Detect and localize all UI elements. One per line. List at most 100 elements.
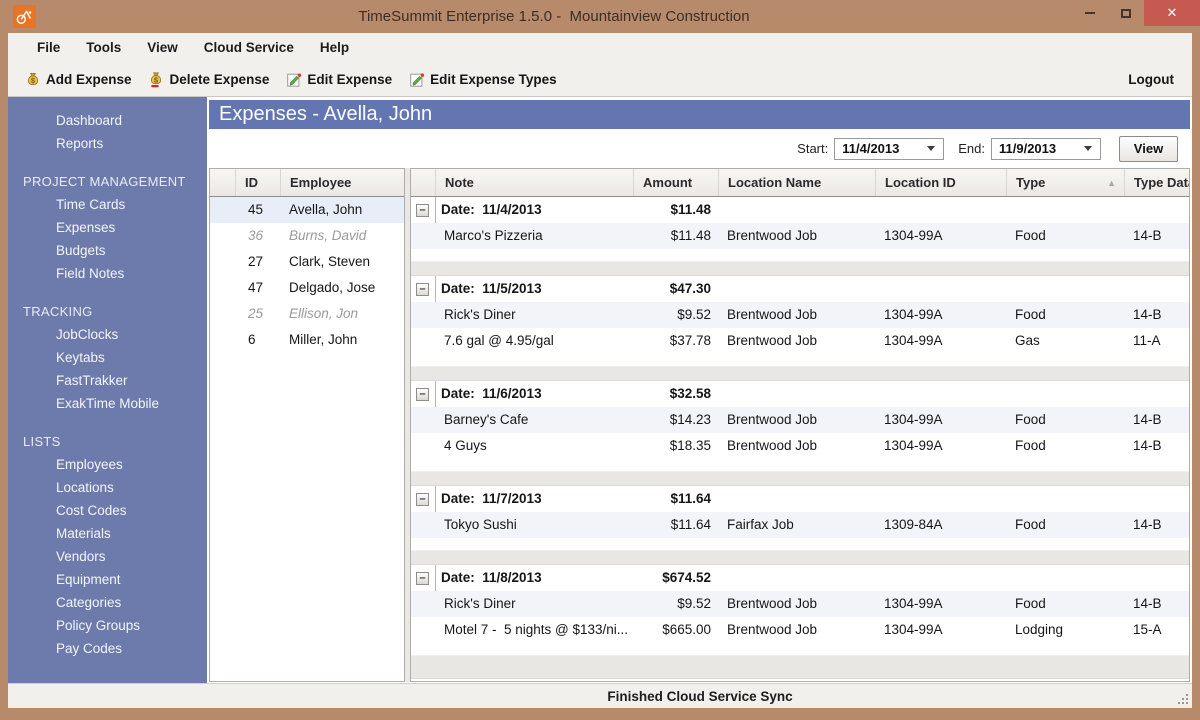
sidebar-item-budgets[interactable]: Budgets xyxy=(8,239,207,262)
employee-row[interactable]: 45Avella, John xyxy=(210,197,404,223)
collapse-group-button[interactable]: – xyxy=(416,283,429,296)
sidebar-item-employees[interactable]: Employees xyxy=(8,453,207,476)
sidebar-item-dashboard[interactable]: Dashboard xyxy=(8,109,207,132)
expense-row[interactable]: Rick's Diner$9.52Brentwood Job1304-99AFo… xyxy=(411,591,1189,617)
group-separator-band xyxy=(411,366,1189,381)
expense-grid-header: NoteAmountLocation NameLocation IDType▲T… xyxy=(411,169,1189,197)
menu-item-cloud-service[interactable]: Cloud Service xyxy=(191,33,307,63)
cell-type: Food xyxy=(1007,223,1125,249)
row-indicator xyxy=(411,617,436,643)
sidebar-item-policy-groups[interactable]: Policy Groups xyxy=(8,614,207,637)
sidebar-item-vendors[interactable]: Vendors xyxy=(8,545,207,568)
expense-row[interactable]: Tokyo Sushi$11.64Fairfax Job1309-84AFood… xyxy=(411,512,1189,538)
sidebar-item-time-cards[interactable]: Time Cards xyxy=(8,193,207,216)
employee-name: Burns, David xyxy=(281,223,404,249)
group-total: $47.30 xyxy=(634,276,719,302)
row-indicator xyxy=(210,223,236,249)
maximize-icon xyxy=(1121,9,1131,18)
cell-location-id: 1304-99A xyxy=(876,591,1007,617)
collapse-group-button[interactable]: – xyxy=(416,388,429,401)
employee-column-id[interactable]: ID xyxy=(236,169,281,196)
group-spacer xyxy=(411,538,1189,550)
maximize-button[interactable] xyxy=(1108,0,1144,26)
app-body: DashboardReportsPROJECT MANAGEMENTTime C… xyxy=(8,97,1192,683)
expense-column-location-name[interactable]: Location Name xyxy=(719,169,876,196)
expense-row[interactable]: Barney's Cafe$14.23Brentwood Job1304-99A… xyxy=(411,407,1189,433)
start-date-picker[interactable]: 11/4/2013 xyxy=(834,138,944,160)
employee-row[interactable]: 6Miller, John xyxy=(210,327,404,353)
expense-column-type-data[interactable]: Type Data xyxy=(1125,169,1189,196)
logout-button[interactable]: Logout xyxy=(1128,72,1180,87)
edit-expense-types-button[interactable]: Edit Expense Types xyxy=(400,67,565,93)
grids-area: IDEmployee 45Avella, John36Burns, David2… xyxy=(209,168,1190,683)
sidebar-item-locations[interactable]: Locations xyxy=(8,476,207,499)
cell-amount: $18.35 xyxy=(634,433,719,459)
menu-item-file[interactable]: File xyxy=(24,33,73,63)
employee-row[interactable]: 25Ellison, Jon xyxy=(210,301,404,327)
sidebar-item-equipment[interactable]: Equipment xyxy=(8,568,207,591)
sidebar-section-lists: LISTS xyxy=(8,430,207,453)
employee-row[interactable]: 47Delgado, Jose xyxy=(210,275,404,301)
collapse-group-button[interactable]: – xyxy=(416,204,429,217)
sidebar-item-fasttrakker[interactable]: FastTrakker xyxy=(8,369,207,392)
group-separator-band xyxy=(411,261,1189,276)
employee-grid-body: 45Avella, John36Burns, David27Clark, Ste… xyxy=(210,197,404,353)
close-button[interactable]: ✕ xyxy=(1144,0,1200,26)
expense-column-note[interactable]: Note xyxy=(436,169,634,196)
edit-expense-button[interactable]: Edit Expense xyxy=(277,67,400,93)
expense-column-location-id[interactable]: Location ID xyxy=(876,169,1007,196)
cell-type-data: 14-B xyxy=(1125,591,1189,617)
sidebar-item-materials[interactable]: Materials xyxy=(8,522,207,545)
menu-item-tools[interactable]: Tools xyxy=(73,33,134,63)
page-title: Expenses - Avella, John xyxy=(209,100,1190,129)
sidebar-item-categories[interactable]: Categories xyxy=(8,591,207,614)
sidebar-item-pay-codes[interactable]: Pay Codes xyxy=(8,637,207,660)
expense-row[interactable]: 7.6 gal @ 4.95/gal$37.78Brentwood Job130… xyxy=(411,328,1189,354)
cell-type: Food xyxy=(1007,407,1125,433)
employee-grid-header: IDEmployee xyxy=(210,169,404,197)
delete-expense-button[interactable]: $Delete Expense xyxy=(140,67,278,93)
expense-row[interactable]: Rick's Diner$9.52Brentwood Job1304-99AFo… xyxy=(411,302,1189,328)
employee-id: 27 xyxy=(236,249,281,275)
group-separator-band xyxy=(411,550,1189,565)
end-date-label: End: xyxy=(958,141,985,156)
view-button[interactable]: View xyxy=(1119,136,1178,162)
sidebar-item-field-notes[interactable]: Field Notes xyxy=(8,262,207,285)
expense-row[interactable]: Motel 7 - 5 nights @ $133/ni...$665.00Br… xyxy=(411,617,1189,643)
employee-grid: IDEmployee 45Avella, John36Burns, David2… xyxy=(209,168,405,682)
add-expense-button[interactable]: $Add Expense xyxy=(16,67,140,93)
employee-id: 47 xyxy=(236,275,281,301)
group-date-label: Date: 11/6/2013 xyxy=(436,381,634,407)
end-date-picker[interactable]: 11/9/2013 xyxy=(991,138,1101,160)
sidebar-item-jobclocks[interactable]: JobClocks xyxy=(8,323,207,346)
sidebar-item-exaktime-mobile[interactable]: ExakTime Mobile xyxy=(8,392,207,415)
cell-location-id: 1304-99A xyxy=(876,433,1007,459)
expense-column-amount[interactable]: Amount xyxy=(634,169,719,196)
menu-item-help[interactable]: Help xyxy=(307,33,362,63)
row-indicator xyxy=(411,302,436,328)
row-indicator xyxy=(411,433,436,459)
employee-column-employee[interactable]: Employee xyxy=(281,169,404,196)
sidebar-item-keytabs[interactable]: Keytabs xyxy=(8,346,207,369)
row-indicator xyxy=(210,327,236,353)
collapse-group-button[interactable]: – xyxy=(416,493,429,506)
group-indicator: – xyxy=(411,486,436,512)
resize-grip-icon[interactable] xyxy=(1177,693,1189,705)
menu-item-view[interactable]: View xyxy=(134,33,191,63)
expense-column-type[interactable]: Type▲ xyxy=(1007,169,1125,196)
expense-header-indicator xyxy=(411,169,436,196)
collapse-group-button[interactable]: – xyxy=(416,572,429,585)
app-logo-icon xyxy=(13,5,36,28)
money-bag-add-icon: $ xyxy=(24,71,41,88)
group-total: $32.58 xyxy=(634,381,719,407)
row-indicator xyxy=(210,249,236,275)
minimize-button[interactable] xyxy=(1072,0,1108,26)
expense-row[interactable]: 4 Guys$18.35Brentwood Job1304-99AFood14-… xyxy=(411,433,1189,459)
employee-row[interactable]: 27Clark, Steven xyxy=(210,249,404,275)
sidebar-item-reports[interactable]: Reports xyxy=(8,132,207,155)
expense-row[interactable]: Marco's Pizzeria$11.48Brentwood Job1304-… xyxy=(411,223,1189,249)
main-panel: Expenses - Avella, John Start: 11/4/2013… xyxy=(207,97,1192,683)
sidebar-item-cost-codes[interactable]: Cost Codes xyxy=(8,499,207,522)
sidebar-item-expenses[interactable]: Expenses xyxy=(8,216,207,239)
employee-row[interactable]: 36Burns, David xyxy=(210,223,404,249)
